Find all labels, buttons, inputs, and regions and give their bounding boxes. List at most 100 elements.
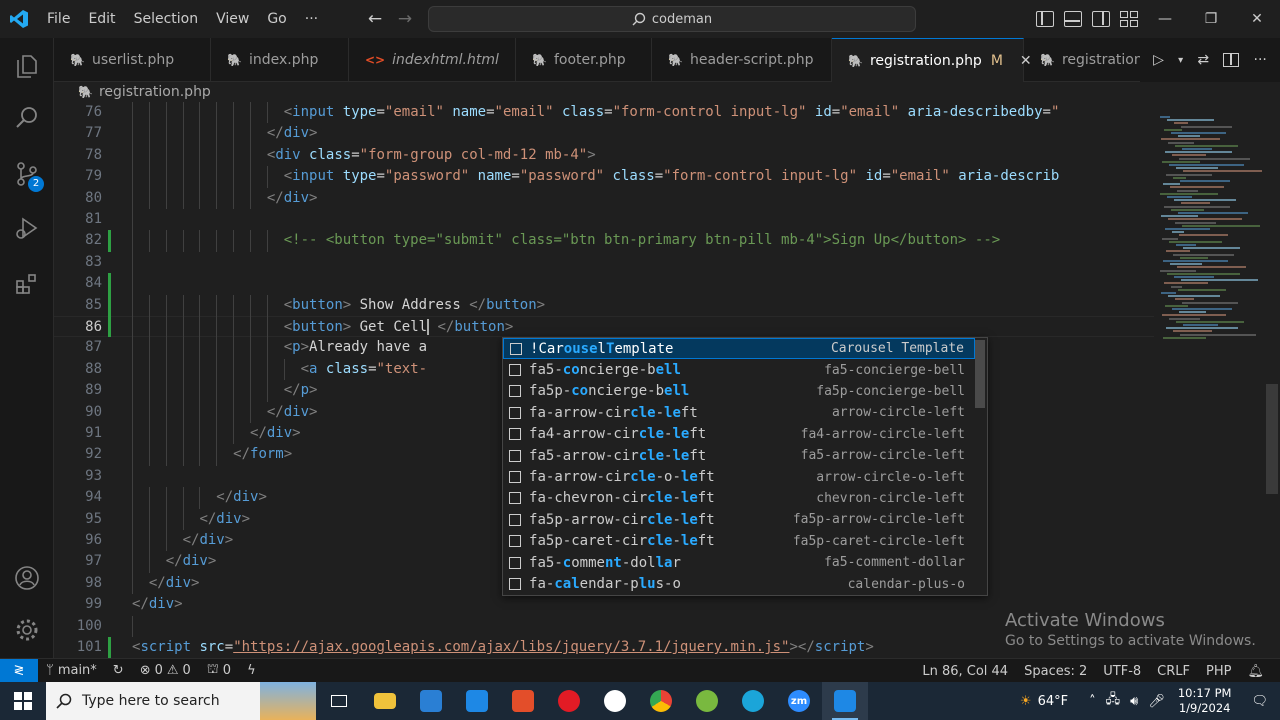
code-line[interactable]: 83: [54, 252, 1154, 273]
run-dropdown-icon[interactable]: ▾: [1178, 55, 1183, 66]
network-icon[interactable]: 🖧︎: [1101, 690, 1126, 712]
taskbar-search[interactable]: Type here to search: [46, 682, 316, 720]
close-icon[interactable]: ✕: [1234, 0, 1280, 38]
opera-icon[interactable]: [546, 682, 592, 720]
accounts-icon[interactable]: [0, 552, 54, 604]
breadcrumb-file[interactable]: registration.php: [99, 84, 211, 100]
tab-index[interactable]: 🐘 index.php: [211, 38, 349, 82]
notifications-bell-icon[interactable]: 🔔︎: [1239, 664, 1280, 679]
toggle-panel-icon[interactable]: [1064, 11, 1082, 27]
extensions-icon[interactable]: [0, 258, 54, 310]
file-explorer-icon[interactable]: [362, 682, 408, 720]
scrollbar-thumb[interactable]: [1266, 384, 1278, 494]
notification-center-icon[interactable]: 🗨︎: [1239, 694, 1280, 709]
manage-gear-icon[interactable]: [0, 604, 54, 656]
split-editor-icon[interactable]: [1223, 53, 1240, 67]
menu-view[interactable]: View: [207, 0, 258, 38]
tab-indexhtml[interactable]: <> indexhtml.html: [349, 38, 516, 82]
show-hidden-icons[interactable]: ˄: [1084, 694, 1101, 709]
run-file-icon[interactable]: ▷: [1153, 52, 1164, 68]
suggestion-item[interactable]: fa-calendar-plus-o calendar-plus-o: [503, 573, 975, 594]
command-center-search[interactable]: codeman: [428, 6, 916, 32]
code-line[interactable]: 77 </div>: [54, 123, 1154, 144]
suggest-scrollbar[interactable]: [975, 340, 985, 408]
suggestion-item[interactable]: fa-arrow-circle-o-left arrow-circle-o-lef…: [503, 466, 975, 487]
suggestion-item[interactable]: fa4-arrow-circle-left fa4-arrow-circle-le…: [503, 424, 975, 445]
tab-footer[interactable]: 🐘 footer.php: [516, 38, 652, 82]
vscode-taskbar-icon[interactable]: [822, 682, 868, 720]
volume-icon[interactable]: 🔊︎: [1125, 694, 1143, 709]
explorer-icon[interactable]: [0, 40, 54, 92]
remote-window-icon[interactable]: ≷: [0, 658, 38, 683]
restore-icon[interactable]: ❐: [1188, 0, 1234, 38]
end-of-line[interactable]: CRLF: [1149, 664, 1198, 679]
edge-icon[interactable]: [730, 682, 776, 720]
ports-indicator[interactable]: ⛫ 0: [199, 662, 239, 679]
utorrent-icon[interactable]: [684, 682, 730, 720]
tab-registration-2[interactable]: 🐘 registration-: [1024, 38, 1148, 82]
microphone-icon[interactable]: 🎤︎: [1143, 694, 1170, 709]
suggestion-item[interactable]: fa5-comment-dollar fa5-comment-dollar: [503, 552, 975, 573]
problems-indicator[interactable]: ⊗ 0 ⚠ 0: [132, 663, 199, 678]
minimap[interactable]: [1154, 102, 1280, 658]
code-line[interactable]: 78 <div class="form-group col-md-12 mb-4"…: [54, 145, 1154, 166]
customize-layout-icon[interactable]: [1120, 11, 1138, 27]
tab-header-script[interactable]: 🐘 header-script.php: [652, 38, 832, 82]
toggle-secondary-sidebar-icon[interactable]: [1092, 11, 1110, 27]
language-mode[interactable]: PHP: [1198, 664, 1239, 679]
forward-arrow-icon[interactable]: →: [390, 9, 420, 29]
suggestion-item[interactable]: fa5-arrow-circle-left fa5-arrow-circle-le…: [503, 445, 975, 466]
minimize-icon[interactable]: —: [1142, 0, 1188, 38]
code-line[interactable]: 80 </div>: [54, 188, 1154, 209]
sync-icon[interactable]: ↻: [105, 663, 132, 678]
windows-start-icon[interactable]: [0, 682, 46, 720]
more-actions-icon[interactable]: ···: [1254, 52, 1267, 68]
code-line[interactable]: 79 <input type="password" name="password"…: [54, 166, 1154, 187]
tab-registration[interactable]: 🐘 registration.php M ✕: [832, 38, 1032, 82]
menu-more[interactable]: ···: [296, 0, 327, 38]
source-control-icon[interactable]: 2: [0, 148, 54, 200]
encoding[interactable]: UTF-8: [1095, 664, 1149, 679]
compare-changes-icon[interactable]: ⇄: [1197, 52, 1209, 68]
whatsapp-icon[interactable]: [592, 682, 638, 720]
code-line[interactable]: 100: [54, 616, 1154, 637]
code-line[interactable]: 101 <script src="https://ajax.googleapis.…: [54, 637, 1154, 658]
suggestion-item[interactable]: fa5p-caret-circle-left fa5p-caret-circle-…: [503, 531, 975, 552]
toggle-primary-sidebar-icon[interactable]: [1036, 11, 1054, 27]
code-line[interactable]: 86 <button> Get Cell </button>: [54, 316, 1154, 338]
suggestion-item[interactable]: fa-chevron-circle-left chevron-circle-lef…: [503, 488, 975, 509]
suggestion-item[interactable]: !CarouselTemplate Carousel Template: [503, 338, 975, 360]
code-line[interactable]: 76 <input type="email" name="email" class…: [54, 102, 1154, 123]
menu-edit[interactable]: Edit: [79, 0, 124, 38]
cursor-position[interactable]: Ln 86, Col 44: [914, 664, 1016, 679]
suggestion-item[interactable]: fa-arrow-circle-left arrow-circle-left: [503, 402, 975, 423]
clock[interactable]: 10:17 PM 1/9/2024: [1170, 686, 1240, 716]
search-icon[interactable]: [0, 92, 54, 144]
mail-icon[interactable]: [454, 682, 500, 720]
menu-file[interactable]: File: [38, 0, 79, 38]
indentation[interactable]: Spaces: 2: [1016, 664, 1095, 679]
tab-userlist[interactable]: 🐘 userlist.php: [54, 38, 211, 82]
back-arrow-icon[interactable]: ←: [360, 9, 390, 29]
menu-go[interactable]: Go: [258, 0, 295, 38]
zoom-icon[interactable]: zm: [776, 682, 822, 720]
menu-selection[interactable]: Selection: [125, 0, 208, 38]
code-line[interactable]: 85 <button> Show Address </button>: [54, 295, 1154, 316]
extension-status-icon[interactable]: ϟ: [239, 663, 264, 678]
code-line[interactable]: 81: [54, 209, 1154, 230]
code-line[interactable]: 82 <!-- <button type="submit" class="btn …: [54, 230, 1154, 251]
microsoft-store-icon[interactable]: [408, 682, 454, 720]
minimap-line: [1173, 253, 1234, 256]
branch-indicator[interactable]: ᛘ main*: [38, 663, 105, 678]
indent-guide: [165, 144, 167, 167]
run-debug-icon[interactable]: [0, 202, 54, 254]
code-line[interactable]: 84: [54, 273, 1154, 294]
task-view-icon[interactable]: [316, 682, 362, 720]
suggestion-item[interactable]: fa5p-concierge-bell fa5p-concierge-bell: [503, 381, 975, 402]
suggestion-item[interactable]: fa5p-arrow-circle-left fa5p-arrow-circle-…: [503, 509, 975, 530]
office-icon[interactable]: [500, 682, 546, 720]
weather-temp[interactable]: 64°F: [1038, 694, 1085, 709]
chrome-icon[interactable]: [638, 682, 684, 720]
suggestion-item[interactable]: fa5-concierge-bell fa5-concierge-bell: [503, 359, 975, 380]
code-line[interactable]: 99 </div>: [54, 594, 1154, 615]
